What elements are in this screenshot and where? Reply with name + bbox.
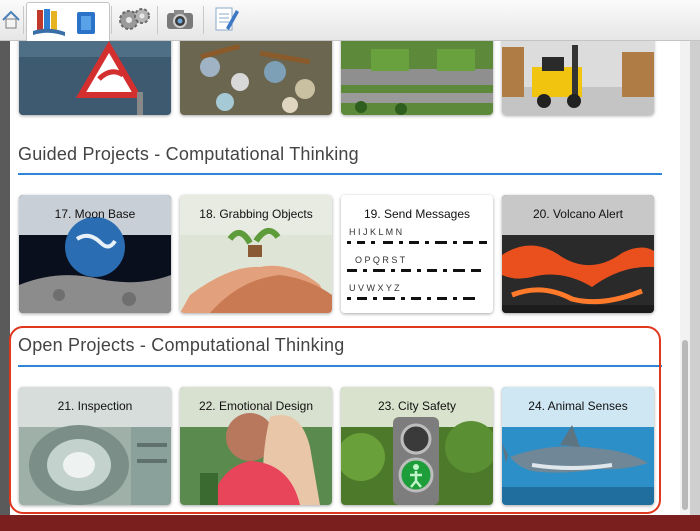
vertical-scrollbar-thumb[interactable] xyxy=(682,340,688,510)
toolbar-separator xyxy=(203,6,204,34)
project-card-moon-base[interactable]: 17. Moon Base xyxy=(19,195,171,313)
open-projects-highlight xyxy=(9,326,661,514)
morse-row: O P Q R S T xyxy=(355,255,406,265)
camera-button[interactable] xyxy=(160,0,200,38)
project-card[interactable] xyxy=(180,41,332,115)
card-title: 24. Animal Senses xyxy=(528,399,628,413)
project-card[interactable] xyxy=(341,41,493,115)
card-title: 19. Send Messages xyxy=(363,207,471,221)
section-title-guided: Guided Projects - Computational Thinking xyxy=(18,144,359,164)
project-card-send-messages[interactable]: H I J K L M N O P Q R S T U V W X Y Z 19… xyxy=(341,195,493,313)
card-title: 22. Emotional Design xyxy=(198,399,314,413)
background-bottom xyxy=(0,515,700,531)
card-image xyxy=(341,41,493,115)
project-card-grabbing-objects[interactable]: 18. Grabbing Objects xyxy=(180,195,332,313)
card-image xyxy=(502,41,654,115)
settings-gears-icon xyxy=(119,8,150,30)
card-title: 23. City Safety xyxy=(377,399,457,413)
morse-row: H I J K L M N xyxy=(349,227,402,237)
top-toolbar xyxy=(0,0,700,42)
toolbar-separator xyxy=(157,6,158,34)
project-card[interactable] xyxy=(19,41,171,115)
card-image xyxy=(19,41,171,115)
card-title: 17. Moon Base xyxy=(54,207,136,221)
project-card-volcano-alert[interactable]: 20. Volcano Alert xyxy=(502,195,654,313)
library-books-icon xyxy=(33,8,95,36)
tab-library[interactable] xyxy=(26,2,110,42)
card-image xyxy=(180,41,332,115)
settings-button[interactable] xyxy=(114,0,154,38)
project-card[interactable] xyxy=(502,41,654,115)
morse-row: U V W X Y Z xyxy=(349,283,400,293)
home-button[interactable] xyxy=(0,0,22,38)
notes-button[interactable] xyxy=(206,0,246,38)
toolbar-separator xyxy=(111,6,112,34)
camera-icon xyxy=(167,10,193,29)
card-title: 20. Volcano Alert xyxy=(532,207,624,221)
background-right xyxy=(690,41,700,531)
toolbar-separator xyxy=(23,6,24,34)
card-title: 21. Inspection xyxy=(57,399,133,413)
home-icon xyxy=(2,10,20,29)
notes-pencil-icon xyxy=(215,7,239,31)
card-title: 18. Grabbing Objects xyxy=(199,207,313,221)
section-divider xyxy=(18,173,662,175)
